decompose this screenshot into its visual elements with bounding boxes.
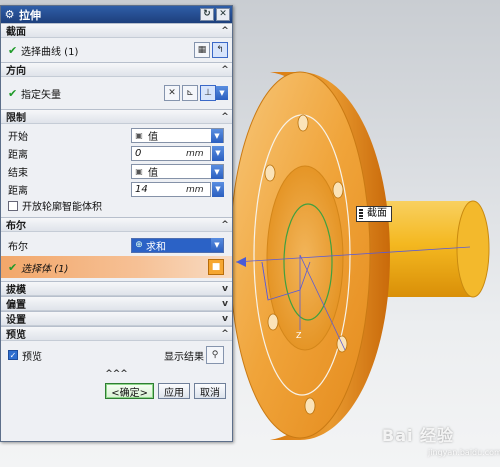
reverse-direction-icon[interactable]: ✕ xyxy=(164,85,180,101)
open-profile-label: 开放轮廓智能体积 xyxy=(22,202,102,213)
dialog-titlebar[interactable]: ⚙ 拉伸 ↻ ✕ xyxy=(1,6,232,23)
preview-row: ✓ 预览 显示结果 ⚲ xyxy=(1,344,232,366)
start-distance-value: 0 xyxy=(135,148,142,159)
start-row: 开始 ▣ 值 ▼ xyxy=(1,127,232,144)
chevron-down-icon[interactable]: ▼ xyxy=(211,128,223,143)
baidu-watermark-url: jingyan.baidu.com xyxy=(428,448,500,457)
section-title-draft: 拔模 xyxy=(6,285,26,296)
value-icon: ▣ xyxy=(135,167,143,176)
end-distance-row: 距离 14 mm ▼ xyxy=(1,181,232,198)
chevron-up-icon[interactable]: ^ xyxy=(218,112,232,122)
spinner-icon[interactable]: ▼ xyxy=(212,146,224,161)
check-icon: ✔ xyxy=(8,86,18,100)
start-select-value: 值 xyxy=(148,132,158,143)
section-header-draft[interactable]: 拔模 v xyxy=(1,281,232,296)
section-header-direction[interactable]: 方向 ^ xyxy=(1,62,232,77)
section-title-preview: 预览 xyxy=(6,330,26,341)
end-distance-label: 距离 xyxy=(8,186,28,197)
select-curve-row[interactable]: ✔ 选择曲线 (1) ▦ ↰ xyxy=(1,38,232,62)
reset-button[interactable]: ↻ xyxy=(200,8,214,21)
chevron-up-icon[interactable]: ^ xyxy=(218,329,232,339)
select-body-row[interactable]: ✔ 选择体 (1) ■ xyxy=(1,256,232,278)
chevron-down-icon[interactable]: ▼ xyxy=(211,238,223,252)
check-icon: ✔ xyxy=(8,43,18,57)
preview-checkbox[interactable]: ✓ xyxy=(8,350,18,360)
boolean-select-value: 求和 xyxy=(146,241,166,253)
section-header-settings[interactable]: 设置 v xyxy=(1,311,232,326)
open-profile-checkbox[interactable] xyxy=(8,200,18,211)
start-label: 开始 xyxy=(8,132,28,143)
boolean-select[interactable]: ⊕ 求和 ▼ xyxy=(131,237,224,253)
section-tooltip: 截面 xyxy=(356,206,392,222)
start-distance-row: 距离 0 mm ▼ xyxy=(1,145,232,162)
section-title-section: 截面 xyxy=(6,27,26,38)
chevron-down-icon[interactable]: ▼ xyxy=(211,164,223,179)
section-header-offset[interactable]: 偏置 v xyxy=(1,296,232,311)
start-distance-label: 距离 xyxy=(8,150,28,161)
value-icon: ▣ xyxy=(135,131,143,140)
solid-body-icon[interactable]: ■ xyxy=(208,259,224,275)
section-header-limits[interactable]: 限制 ^ xyxy=(1,109,232,124)
close-button[interactable]: ✕ xyxy=(216,8,230,21)
more-options-icon[interactable]: ^^^ xyxy=(1,369,232,379)
section-header-preview[interactable]: 预览 ^ xyxy=(1,326,232,341)
gear-icon[interactable]: ⚙ xyxy=(3,8,16,21)
section-title-offset: 偏置 xyxy=(6,300,26,311)
unit-label: mm xyxy=(186,148,204,159)
sketch-section-icon[interactable]: ▦ xyxy=(194,42,210,58)
boolean-label: 布尔 xyxy=(8,241,28,253)
vector-dialog-icon[interactable]: ⊾ xyxy=(182,85,198,101)
open-profile-row[interactable]: 开放轮廓智能体积 xyxy=(1,199,232,216)
section-header-section[interactable]: 截面 ^ xyxy=(1,23,232,38)
chevron-down-icon[interactable]: v xyxy=(218,314,232,324)
start-distance-input[interactable]: 0 mm xyxy=(131,146,211,161)
chevron-up-icon[interactable]: ^ xyxy=(218,220,232,230)
end-label: 结束 xyxy=(8,168,28,179)
end-distance-input[interactable]: 14 mm xyxy=(131,182,211,197)
end-distance-value: 14 xyxy=(135,184,148,195)
cancel-button[interactable]: 取消 xyxy=(194,383,226,399)
chevron-down-icon[interactable]: ▼ xyxy=(216,86,228,100)
end-select-value: 值 xyxy=(148,168,158,179)
start-select[interactable]: ▣ 值 ▼ xyxy=(131,128,224,143)
specify-vector-label: 指定矢量 xyxy=(21,89,61,101)
chevron-down-icon[interactable]: v xyxy=(218,299,232,309)
curve-select-icon[interactable]: ↰ xyxy=(212,42,228,58)
select-body-label: 选择体 (1) xyxy=(21,263,69,275)
section-header-boolean[interactable]: 布尔 ^ xyxy=(1,217,232,232)
dialog-title: 拉伸 xyxy=(19,8,41,22)
preview-label: 预览 xyxy=(22,351,42,363)
chevron-up-icon[interactable]: ^ xyxy=(218,65,232,75)
select-curve-label: 选择曲线 (1) xyxy=(21,46,79,58)
boolean-row: 布尔 ⊕ 求和 ▼ xyxy=(1,235,232,255)
check-icon: ✔ xyxy=(8,260,18,274)
section-title-limits: 限制 xyxy=(6,113,26,124)
dialog-buttons: <确定> 应用 取消 xyxy=(1,379,232,403)
apply-button[interactable]: 应用 xyxy=(158,383,190,399)
section-title-boolean: 布尔 xyxy=(6,221,26,232)
spinner-icon[interactable]: ▼ xyxy=(212,182,224,197)
section-title-direction: 方向 xyxy=(6,66,26,77)
extrude-dialog: ⚙ 拉伸 ↻ ✕ 截面 ^ ✔ 选择曲线 (1) ▦ ↰ 方向 ^ ✔ 指定矢量… xyxy=(0,5,233,442)
unite-icon: ⊕ xyxy=(135,240,143,250)
chevron-down-icon[interactable]: v xyxy=(218,284,232,294)
baidu-watermark: Bai 经验 xyxy=(382,426,455,445)
vector-type-icon[interactable]: ⊥ xyxy=(200,85,216,101)
ok-button[interactable]: <确定> xyxy=(105,383,154,399)
end-row: 结束 ▣ 值 ▼ xyxy=(1,163,232,180)
magnifier-icon[interactable]: ⚲ xyxy=(206,346,224,364)
axis-label: Z xyxy=(296,331,302,340)
section-title-settings: 设置 xyxy=(6,315,26,326)
show-result-label: 显示结果 xyxy=(164,351,204,363)
specify-vector-row[interactable]: ✔ 指定矢量 ✕ ⊾ ⊥ ▼ xyxy=(1,77,232,109)
unit-label: mm xyxy=(186,184,204,195)
chevron-up-icon[interactable]: ^ xyxy=(218,26,232,36)
end-select[interactable]: ▣ 值 ▼ xyxy=(131,164,224,179)
